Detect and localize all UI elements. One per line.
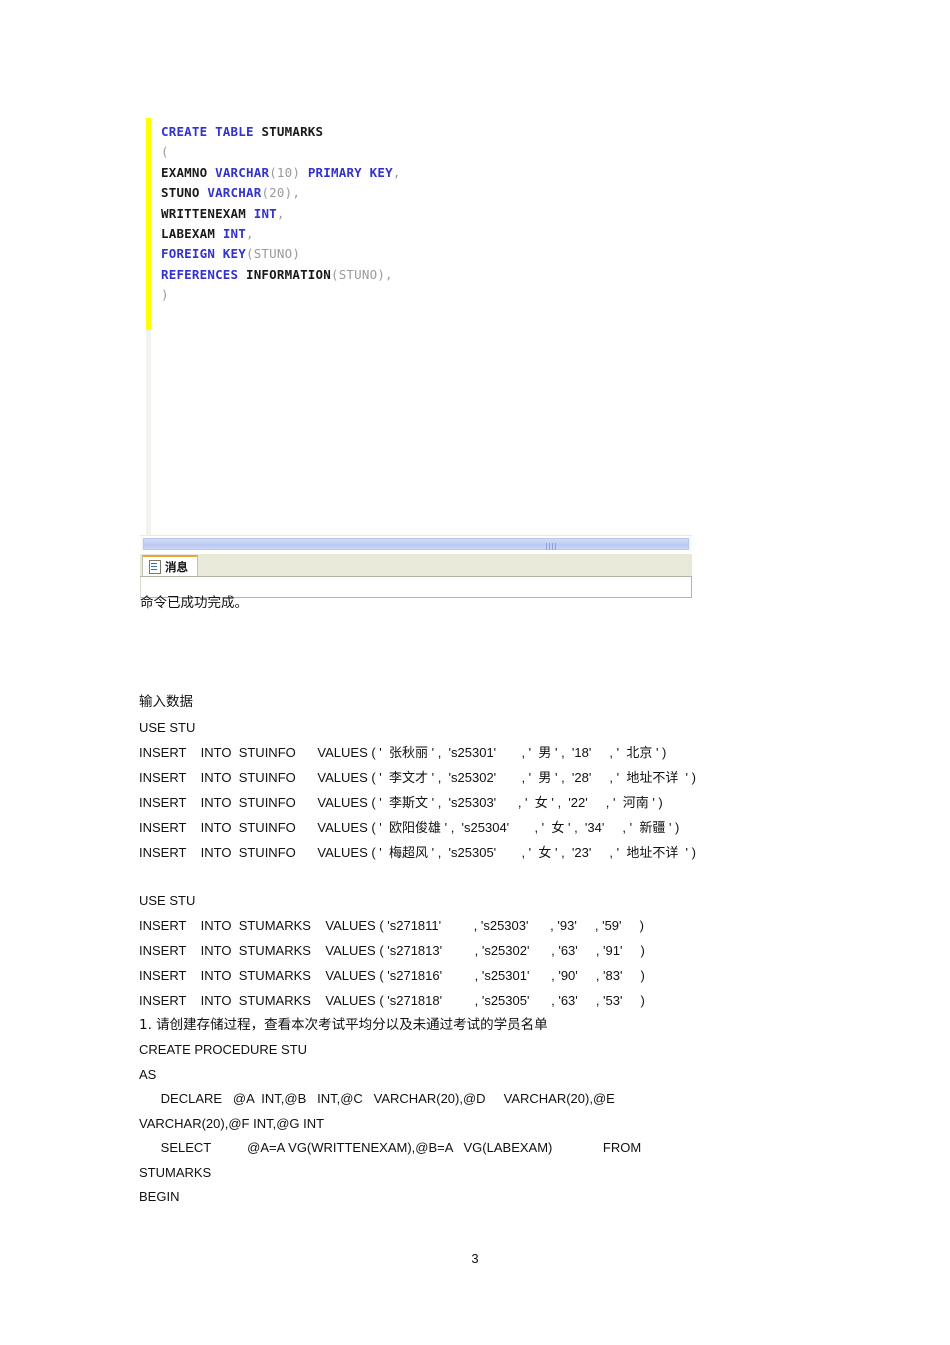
- insert-statement-stumarks: INSERT INTO STUMARKS VALUES ( 's271813' …: [139, 943, 645, 958]
- code-token: (10): [269, 164, 301, 180]
- code-line: REFERENCES INFORMATION(STUNO),: [161, 265, 401, 285]
- scrollbar-grip-icon: [546, 543, 556, 550]
- code-token: ,: [246, 225, 254, 241]
- procedure-code-line: VARCHAR(20),@F INT,@G INT: [139, 1115, 325, 1131]
- question-1-text: 1. 请创建存储过程，查看本次考试平均分以及未通过考试的学员名单: [139, 1017, 548, 1033]
- code-token: STUNO: [161, 185, 208, 201]
- code-token: INT: [253, 205, 277, 221]
- code-token: INT: [222, 225, 246, 241]
- insert-statement-stumarks: INSERT INTO STUMARKS VALUES ( 's271816' …: [139, 968, 645, 983]
- procedure-code-line: AS: [139, 1066, 157, 1082]
- insert-statement-stuinfo: INSERT INTO STUINFO VALUES ( ' 李斯文 ' , '…: [139, 795, 663, 810]
- code-token: INFORMATION: [245, 266, 331, 282]
- results-tab-strip: 消息: [140, 553, 692, 577]
- code-token: LABEXAM: [161, 225, 223, 241]
- code-token: (: [161, 144, 169, 160]
- use-stu-statement-2: USE STU: [139, 893, 196, 908]
- ssms-screenshot: CREATE TABLE STUMARKS(EXAMNO VARCHAR(10)…: [140, 110, 692, 598]
- editor-gutter: [146, 330, 151, 535]
- code-line: LABEXAM INT,: [161, 224, 401, 244]
- code-token: ): [161, 287, 169, 303]
- page-number: 3: [471, 1251, 479, 1266]
- use-stu-statement-1: USE STU: [139, 720, 196, 735]
- code-token: WRITTENEXAM: [161, 205, 254, 221]
- insert-statement-stumarks: INSERT INTO STUMARKS VALUES ( 's271811' …: [139, 918, 644, 933]
- document-icon: [149, 559, 161, 574]
- code-token: (STUNO),: [330, 266, 393, 282]
- code-token: STUMARKS: [261, 124, 324, 139]
- code-token: (20),: [261, 185, 301, 201]
- insert-statement-stuinfo: INSERT INTO STUINFO VALUES ( ' 李文才 ' , '…: [139, 770, 696, 785]
- editor-change-bar: [146, 118, 151, 330]
- code-line: STUNO VARCHAR(20),: [161, 183, 401, 203]
- insert-statement-stuinfo: INSERT INTO STUINFO VALUES ( ' 欧阳俊雄 ' , …: [139, 820, 680, 835]
- code-line: CREATE TABLE STUMARKS: [161, 122, 401, 142]
- insert-statement-stuinfo: INSERT INTO STUINFO VALUES ( ' 张秋丽 ' , '…: [139, 745, 667, 760]
- section-heading-input-data: 输入数据: [139, 694, 193, 710]
- code-token: CREATE TABLE: [161, 124, 262, 139]
- stumarks-insert-list: INSERT INTO STUMARKS VALUES ( 's271811' …: [139, 913, 839, 1013]
- code-line: FOREIGN KEY(STUNO): [161, 244, 401, 264]
- code-token: ,: [392, 164, 401, 180]
- procedure-code-line: CREATE PROCEDURE STU: [139, 1042, 308, 1057]
- procedure-code-line: BEGIN: [139, 1189, 180, 1204]
- procedure-code-line: DECLARE @A INT,@B INT,@C VARCHAR(20),@D …: [139, 1091, 615, 1106]
- stuinfo-insert-list: INSERT INTO STUINFO VALUES ( ' 张秋丽 ' , '…: [139, 740, 839, 865]
- code-token: PRIMARY KEY: [307, 164, 393, 180]
- code-token: VARCHAR: [215, 164, 270, 180]
- code-token: ,: [276, 205, 285, 221]
- procedure-code-line: STUMARKS: [139, 1164, 212, 1180]
- insert-statement-stumarks: INSERT INTO STUMARKS VALUES ( 's271818' …: [139, 993, 645, 1008]
- code-line: (: [161, 142, 401, 162]
- code-token: FOREIGN KEY: [161, 246, 246, 262]
- tab-messages[interactable]: 消息: [142, 555, 198, 576]
- document-body: 输入数据 USE STU INSERT INTO STUINFO VALUES …: [139, 690, 839, 1210]
- code-token: (STUNO): [245, 246, 301, 262]
- editor-horizontal-scrollbar[interactable]: [140, 535, 692, 553]
- tab-messages-label: 消息: [165, 559, 188, 574]
- sql-code-text[interactable]: CREATE TABLE STUMARKS(EXAMNO VARCHAR(10)…: [161, 122, 401, 306]
- stored-procedure-code: CREATE PROCEDURE STU AS DECLARE @A INT,@B…: [139, 1038, 839, 1210]
- procedure-code-line: SELECT @A=A VG(WRITTENEXAM),@B=A VG(LABE…: [139, 1140, 642, 1155]
- code-token: VARCHAR: [207, 185, 262, 201]
- scrollbar-thumb[interactable]: [143, 538, 689, 550]
- code-token: REFERENCES: [161, 266, 246, 282]
- code-line: ): [161, 285, 401, 305]
- sql-editor-pane[interactable]: CREATE TABLE STUMARKS(EXAMNO VARCHAR(10)…: [140, 110, 692, 535]
- insert-statement-stuinfo: INSERT INTO STUINFO VALUES ( ' 梅超风 ' , '…: [139, 845, 696, 860]
- code-line: WRITTENEXAM INT,: [161, 204, 401, 224]
- code-line: EXAMNO VARCHAR(10) PRIMARY KEY,: [161, 163, 401, 183]
- result-message-text: 命令已成功完成。: [140, 595, 248, 611]
- code-token: EXAMNO: [161, 164, 216, 180]
